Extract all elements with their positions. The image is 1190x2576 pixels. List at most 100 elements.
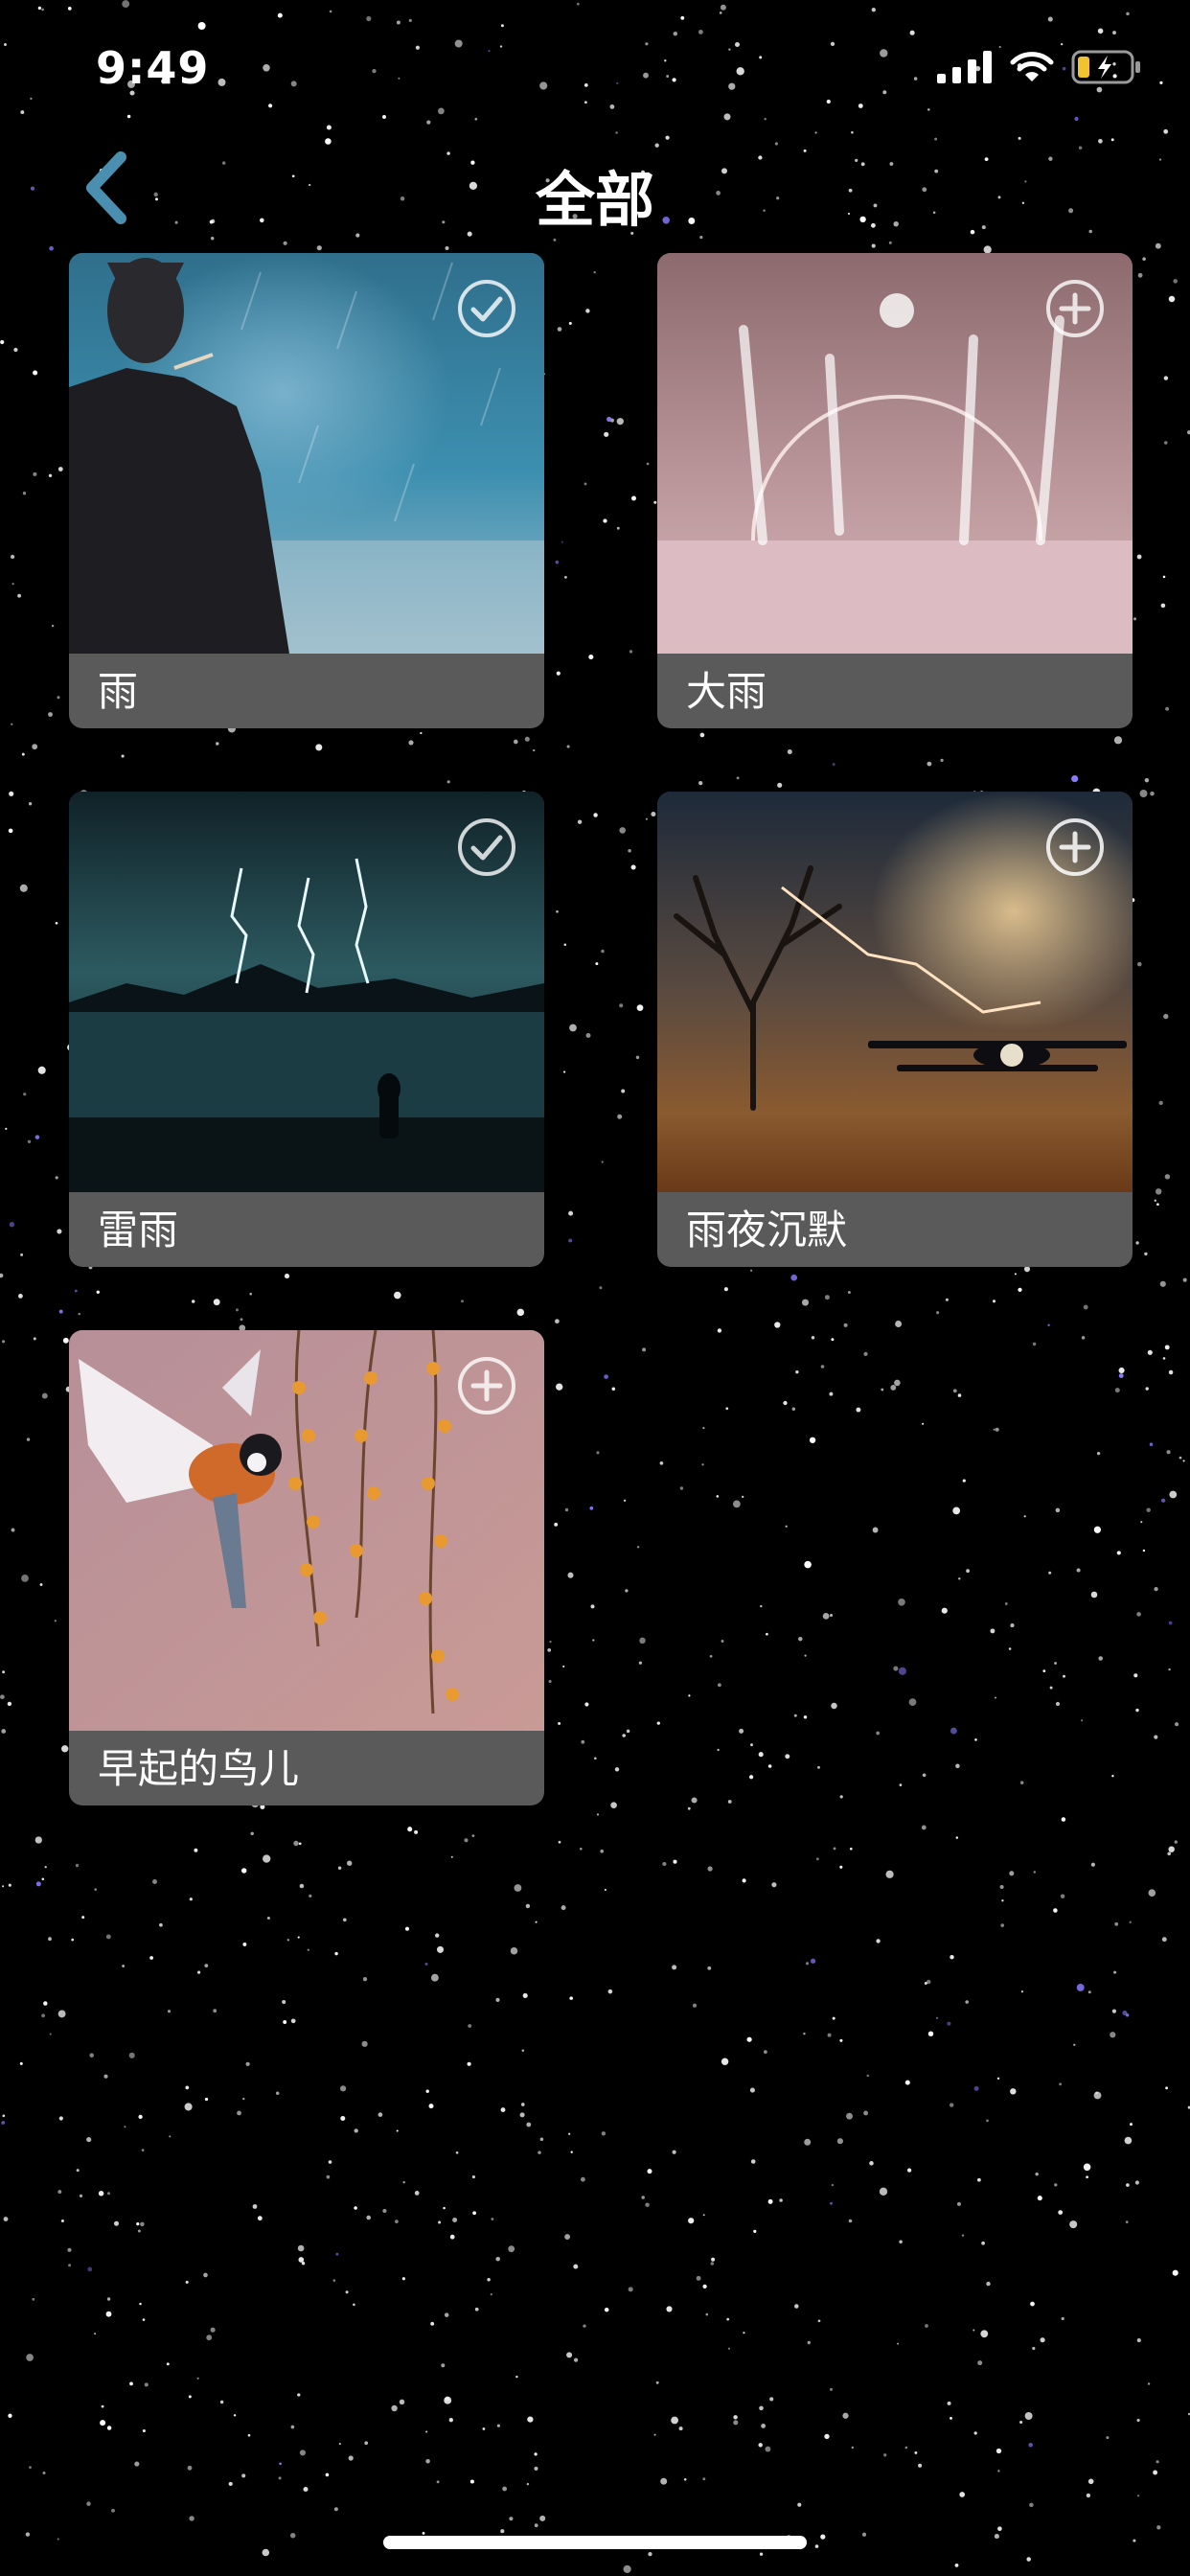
star-dot [210,2327,216,2333]
star-dot [659,1460,664,1465]
sound-card-early-bird[interactable]: 早起的鸟儿 [69,1330,544,1806]
star-dot [233,2414,237,2417]
star-dot [564,1507,569,1512]
star-dot [1114,1388,1120,1393]
check-circle-icon[interactable] [456,278,517,339]
star-dot [836,2138,843,2145]
star-dot [7,1701,12,1707]
star-dot [735,42,740,47]
star-dot [656,1721,660,1725]
star-dot [443,2206,446,2210]
star-dot [568,1238,573,1243]
star-dot [1179,1456,1182,1460]
star-dot [342,1918,347,1922]
star-dot [297,2244,305,2252]
star-dot [653,2433,656,2436]
star-dot [607,1989,613,1994]
status-time: 9:49 [96,42,210,94]
star-dot [966,1569,970,1574]
star-dot [561,1905,566,1911]
star-dot [790,1274,798,1281]
star-dot [89,2053,94,2058]
home-indicator [383,2536,807,2549]
star-dot [787,748,792,755]
star-dot [1097,28,1104,34]
plus-circle-icon[interactable] [456,1355,517,1416]
star-dot [842,2412,849,2419]
star-dot [573,2358,579,2362]
star-dot [561,540,563,543]
star-dot [1137,961,1142,967]
star-dot [723,113,731,121]
star-dot [41,8,44,12]
star-dot [680,15,685,20]
star-dot [1069,2220,1078,2229]
sound-card-rainy-night-silence[interactable]: 雨夜沉默 [657,792,1133,1267]
star-dot [1168,1668,1171,1671]
plus-circle-icon[interactable] [1044,816,1106,878]
star-dot [764,2050,767,2054]
sound-card-heavy-rain[interactable]: 大雨 [657,253,1133,728]
star-dot [100,2420,106,2426]
star-dot [495,1997,500,2002]
star-dot [785,1525,788,1528]
check-circle-icon[interactable] [456,816,517,878]
star-dot [610,1802,617,1809]
star-dot [687,1806,691,1810]
star-dot [774,1322,781,1328]
star-dot [635,1055,640,1060]
sound-card-thunderstorm[interactable]: 雷雨 [69,792,544,1267]
star-dot [444,2396,452,2404]
star-dot [26,2354,34,2361]
star-dot [1019,2420,1023,2425]
star-dot [13,347,18,353]
star-dot [354,2128,358,2133]
star-dot [671,2416,679,2425]
star-dot [297,2393,301,2397]
star-dot [765,2446,771,2452]
star-dot [861,2532,867,2537]
star-dot [441,2363,446,2368]
star-dot [1158,1100,1163,1106]
star-dot [1071,775,1079,783]
star-dot [408,18,412,23]
star-dot [262,2548,270,2557]
sound-card-rain[interactable]: 雨 [69,253,544,728]
star-dot [17,593,22,598]
star-dot [847,1291,851,1294]
star-dot [22,492,27,495]
star-dot [268,104,273,108]
star-dot [204,1964,209,1968]
star-dot [335,2252,339,2256]
star-dot [185,2280,189,2284]
star-dot [1125,2012,1130,2017]
star-dot [1000,1923,1005,1927]
star-dot [538,2150,541,2154]
star-dot [750,1743,753,1747]
star-dot [32,2297,35,2301]
star-dot [1081,1719,1084,1722]
star-dot [0,1273,4,1278]
star-dot [1061,1817,1066,1822]
star-dot [94,1888,98,1891]
star-dot [593,271,596,274]
star-dot [810,1958,816,1964]
plus-circle-icon[interactable] [1044,278,1106,339]
star-dot [583,2324,586,2328]
star-dot [474,2307,479,2312]
star-dot [678,2426,683,2431]
star-dot [721,2058,729,2065]
star-dot [1113,1970,1117,1974]
star-dot [623,1499,627,1503]
star-dot [617,1114,623,1119]
star-dot [402,2181,405,2184]
star-dot [950,1727,957,1735]
star-dot [217,78,226,86]
star-dot [206,2334,213,2341]
star-dot [401,2277,406,2281]
star-dot [1161,1937,1167,1943]
star-dot [1010,2088,1017,2095]
star-dot [701,1463,704,1466]
star-dot [57,2190,62,2195]
star-dot [1135,1708,1139,1713]
